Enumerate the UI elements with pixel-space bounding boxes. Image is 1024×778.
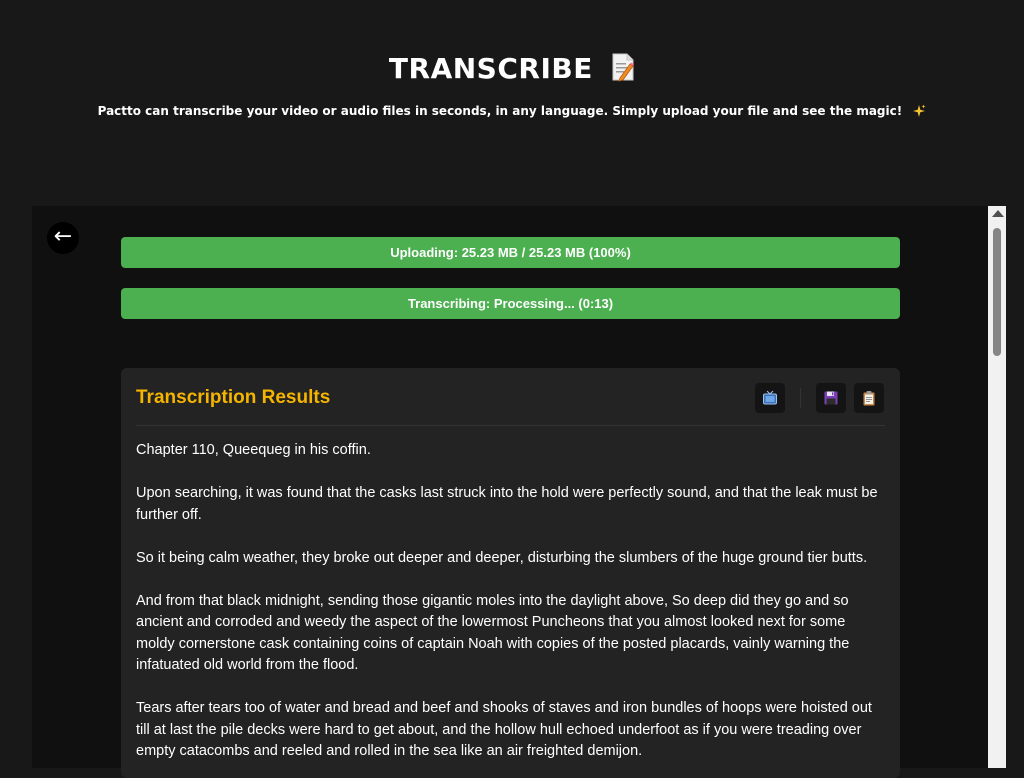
- save-button[interactable]: [816, 383, 846, 413]
- results-divider: [136, 425, 885, 426]
- page-subtitle: Pactto can transcribe your video or audi…: [97, 104, 903, 118]
- upload-progress-text: Uploading: 25.23 MB / 25.23 MB (100%): [390, 245, 631, 260]
- toolbar-divider: [800, 388, 801, 408]
- sparkles-icon: [912, 104, 926, 118]
- floppy-disk-icon: [824, 391, 838, 405]
- tv-icon: [763, 390, 777, 405]
- transcription-results-card: Transcription Results Chapter 110, Queeq…: [121, 368, 900, 778]
- page-subtitle-row: Pactto can transcribe your video or audi…: [0, 104, 1024, 119]
- transcript-paragraph: Upon searching, it was found that the ca…: [136, 485, 878, 523]
- upload-progress-bar: Uploading: 25.23 MB / 25.23 MB (100%): [121, 237, 900, 268]
- results-title: Transcription Results: [136, 387, 331, 408]
- page-title: TRANSCRIBE: [388, 52, 593, 85]
- page-header: TRANSCRIBE Pactto can transcribe your vi…: [0, 0, 1024, 206]
- back-arrow-icon: ←: [53, 224, 73, 249]
- transcribe-progress-bar: Transcribing: Processing... (0:13): [121, 288, 900, 319]
- copy-button[interactable]: [854, 383, 884, 413]
- transcript-paragraph: So it being calm weather, they broke out…: [136, 549, 868, 566]
- memo-icon: [611, 52, 635, 82]
- back-button[interactable]: ←: [47, 222, 79, 254]
- transcript-paragraph: Tears after tears too of water and bread…: [136, 700, 872, 759]
- scroll-up-arrow-icon[interactable]: [992, 210, 1004, 217]
- scrollbar[interactable]: [988, 206, 1006, 768]
- transcript-paragraph: And from that black midnight, sending th…: [136, 592, 850, 674]
- open-video-button[interactable]: [755, 383, 785, 413]
- transcript-text: Chapter 110, Queequeg in his coffin. Upo…: [136, 440, 888, 778]
- transcribe-progress-text: Transcribing: Processing... (0:13): [407, 296, 614, 311]
- transcript-paragraph: Chapter 110, Queequeg in his coffin.: [136, 442, 371, 458]
- scrollbar-thumb[interactable]: [993, 228, 1001, 356]
- page-title-row: TRANSCRIBE: [0, 52, 1024, 85]
- clipboard-icon: [863, 391, 875, 406]
